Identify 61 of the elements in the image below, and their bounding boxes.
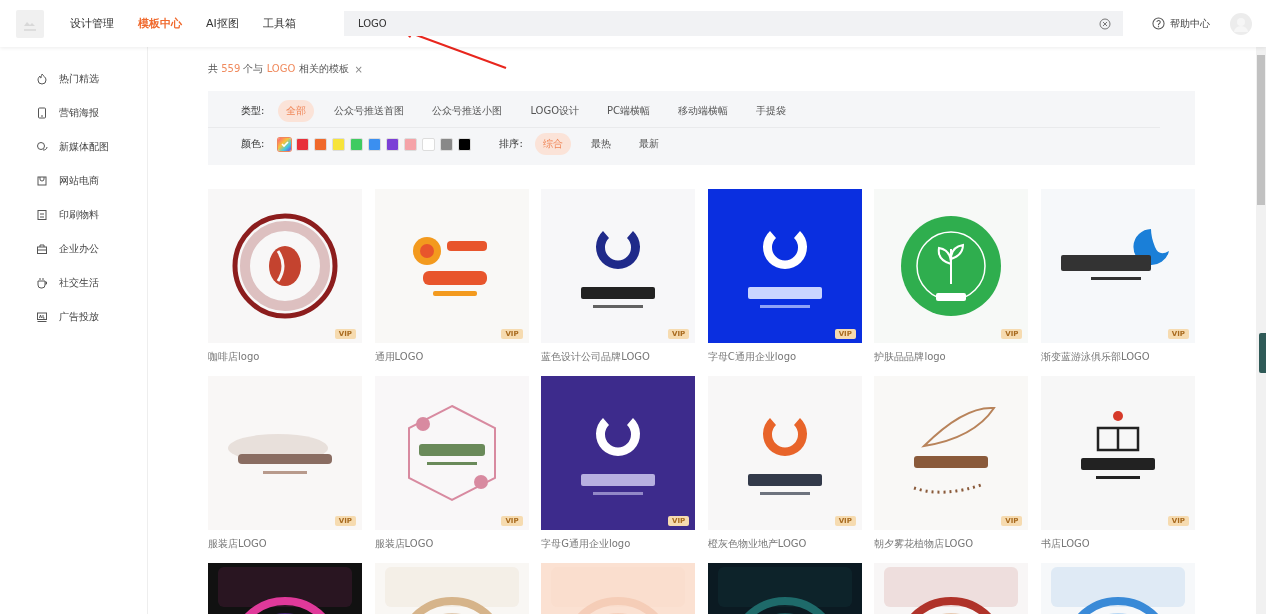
result-summary: 共 559 个与 LOGO 相关的模板 <box>208 62 349 76</box>
template-title: 护肤品品牌logo <box>874 350 947 364</box>
cup-icon <box>36 277 48 289</box>
nav-tab[interactable]: 工具箱 <box>262 16 296 31</box>
search-field[interactable]: LOGO <box>344 11 1123 36</box>
template-title: 服装店LOGO <box>208 537 268 551</box>
type-option[interactable]: 移动端横幅 <box>670 100 737 122</box>
color-swatch[interactable] <box>386 137 400 151</box>
color-swatch[interactable] <box>296 137 310 151</box>
type-option[interactable]: LOGO设计 <box>522 100 588 122</box>
nav-tab[interactable]: 设计管理 <box>70 16 114 31</box>
filter-label: 排序: <box>499 137 523 151</box>
template-title: 通用LOGO <box>374 350 425 364</box>
scrollbar-thumb[interactable] <box>1257 55 1265 205</box>
color-swatch[interactable] <box>314 137 328 151</box>
type-option[interactable]: 手提袋 <box>748 100 795 122</box>
template-title: 书店LOGO <box>1040 537 1091 551</box>
nav-tab[interactable]: AI抠图 <box>206 16 239 31</box>
sidebar-item[interactable]: 广告投放 <box>36 307 99 327</box>
color-swatch[interactable] <box>368 137 382 151</box>
sidebar-item[interactable]: 社交生活 <box>36 273 99 293</box>
help-icon <box>1152 17 1165 30</box>
template-title: 橙灰色物业地产LOGO <box>707 537 808 551</box>
type-option[interactable]: 公众号推送首图 <box>326 100 413 122</box>
sort-option[interactable]: 最新 <box>630 133 667 155</box>
color-swatch[interactable] <box>422 137 436 151</box>
case-icon <box>36 243 48 255</box>
sidebar-item[interactable]: 网站电商 <box>36 171 99 191</box>
type-option[interactable]: 公众号推送小图 <box>424 100 511 122</box>
template-title: 字母G通用企业logo <box>541 537 632 551</box>
multicolor-swatch[interactable] <box>278 137 292 151</box>
type-option[interactable]: PC端横幅 <box>599 100 659 122</box>
template-title: 字母C通用企业logo <box>707 350 798 364</box>
sidebar-item[interactable]: 新媒体配图 <box>36 137 109 157</box>
sidebar-item[interactable]: 印刷物料 <box>36 205 99 225</box>
color-swatch[interactable] <box>332 137 346 151</box>
template-title: 咖啡店logo <box>208 350 261 364</box>
sidebar-item[interactable]: 热门精选 <box>36 69 99 89</box>
sidebar-item[interactable]: 营销海报 <box>36 103 99 123</box>
template-title: 蓝色设计公司品牌LOGO <box>541 350 651 364</box>
sidebar-item[interactable]: 企业办公 <box>36 239 99 259</box>
sort-option[interactable]: 最热 <box>582 133 619 155</box>
filter-label: 颜色: <box>241 137 265 151</box>
clear-keyword-button[interactable]: × <box>354 63 363 75</box>
template-title: 渐变蓝游泳俱乐部LOGO <box>1040 350 1151 364</box>
phone-icon <box>36 107 48 119</box>
clear-icon[interactable] <box>1099 17 1111 30</box>
color-swatch[interactable] <box>458 137 472 151</box>
filter-label: 类型: <box>241 104 265 118</box>
color-swatch[interactable] <box>404 137 418 151</box>
template-title: 服装店LOGO <box>374 537 435 551</box>
print-icon <box>36 209 48 221</box>
color-swatch[interactable] <box>350 137 364 151</box>
color-swatch[interactable] <box>440 137 454 151</box>
template-title: 朝夕雾花植物店LOGO <box>874 537 975 551</box>
scrollbar[interactable] <box>1256 47 1266 614</box>
bag-icon <box>36 175 48 187</box>
ad-icon <box>36 311 48 323</box>
help-link[interactable]: 帮助中心 <box>1152 16 1210 31</box>
flame-icon <box>36 73 48 85</box>
chat-icon <box>36 141 48 153</box>
